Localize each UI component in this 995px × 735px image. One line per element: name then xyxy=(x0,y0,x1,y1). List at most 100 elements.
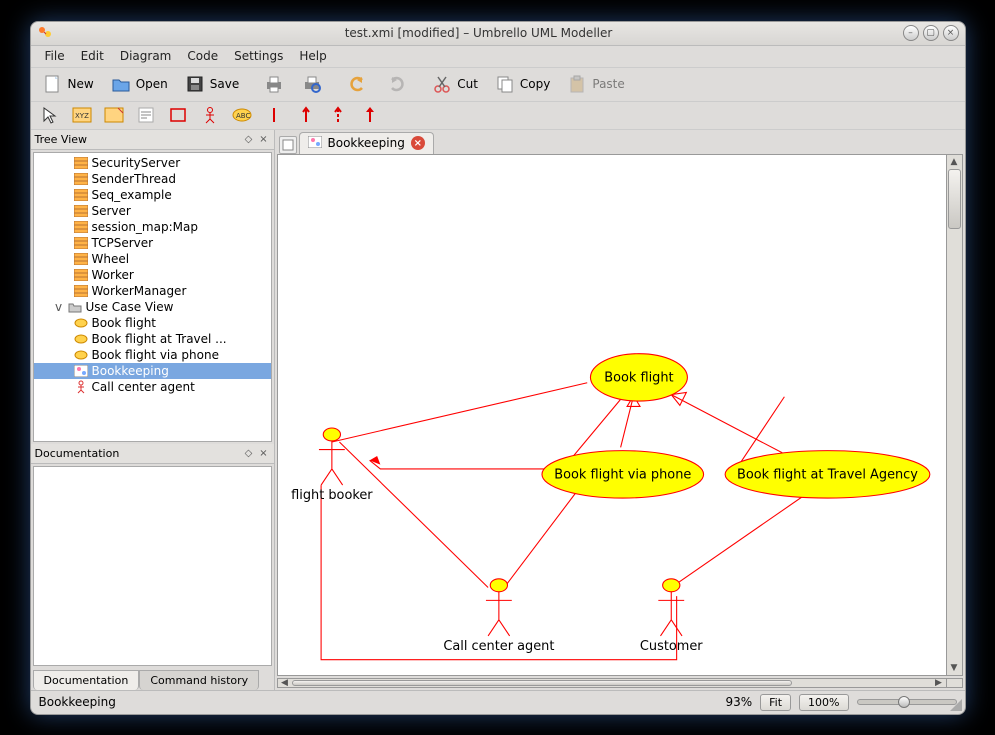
tree-item: Book flight at Travel ... xyxy=(34,331,271,347)
scroll-down-icon[interactable]: ▼ xyxy=(947,661,962,675)
usecase-icon xyxy=(74,332,88,346)
undo-icon xyxy=(347,73,369,95)
actor-tool[interactable] xyxy=(199,104,221,126)
tree-item: Book flight via phone xyxy=(34,347,271,363)
actor-flight-booker[interactable]: flight booker xyxy=(291,428,373,503)
open-button[interactable]: Open xyxy=(103,70,175,98)
minimize-button[interactable]: – xyxy=(903,25,919,41)
open-folder-icon xyxy=(110,73,132,95)
scroll-up-icon[interactable]: ▲ xyxy=(947,155,962,169)
actor-call-center-agent[interactable]: Call center agent xyxy=(443,578,554,653)
dependency-tool[interactable] xyxy=(327,104,349,126)
treeview-close-button[interactable]: × xyxy=(258,133,270,145)
tree-item: SenderThread xyxy=(34,171,271,187)
svg-text:XYZ: XYZ xyxy=(75,112,89,120)
documentation-textarea[interactable] xyxy=(33,466,272,666)
menu-code[interactable]: Code xyxy=(179,46,226,66)
menu-help[interactable]: Help xyxy=(291,46,334,66)
vertical-scrollbar[interactable]: ▲ ▼ xyxy=(947,154,963,676)
menubar: File Edit Diagram Code Settings Help xyxy=(31,46,965,68)
undo-button[interactable] xyxy=(340,70,376,98)
fit-button[interactable]: Fit xyxy=(760,694,791,711)
actor-customer[interactable]: Customer xyxy=(639,578,702,653)
treeview-float-button[interactable]: ◇ xyxy=(243,133,255,145)
diagram-tab-icon xyxy=(308,136,322,151)
text-tool[interactable] xyxy=(135,104,157,126)
hscroll-thumb[interactable] xyxy=(292,680,792,686)
usecase-tool[interactable]: ABC xyxy=(231,104,253,126)
resize-grip[interactable] xyxy=(948,697,962,711)
maximize-button[interactable]: ▢ xyxy=(923,25,939,41)
scroll-right-icon[interactable]: ▶ xyxy=(932,679,946,687)
svg-text:ABC: ABC xyxy=(236,112,250,120)
hundred-percent-button[interactable]: 100% xyxy=(799,694,848,711)
new-tab-button[interactable] xyxy=(279,136,297,154)
close-button[interactable]: × xyxy=(943,25,959,41)
paste-icon xyxy=(566,73,588,95)
save-floppy-icon xyxy=(184,73,206,95)
usecase-book-flight[interactable]: Book flight xyxy=(604,370,673,385)
tree-item: WorkerManager xyxy=(34,283,271,299)
vscroll-thumb[interactable] xyxy=(948,169,961,229)
copy-icon xyxy=(494,73,516,95)
bottom-tabs: Documentation Command history xyxy=(31,668,274,690)
documentation-close-button[interactable]: × xyxy=(258,447,270,459)
usecase-icon xyxy=(74,316,88,330)
save-label: Save xyxy=(210,77,239,91)
class-icon xyxy=(74,220,88,234)
redo-button[interactable] xyxy=(378,70,414,98)
main-area: Tree View ◇ × SecurityServer SenderThrea… xyxy=(31,130,965,690)
documentation-title: Documentation xyxy=(35,447,120,460)
open-label: Open xyxy=(136,77,168,91)
copy-button[interactable]: Copy xyxy=(487,70,557,98)
document-tab-bookkeeping[interactable]: Bookkeeping × xyxy=(299,132,434,154)
generalization-tool[interactable] xyxy=(359,104,381,126)
paste-label: Paste xyxy=(592,77,624,91)
zoom-slider[interactable] xyxy=(857,699,957,705)
note-tool[interactable]: XYZ xyxy=(71,104,93,126)
scissors-icon xyxy=(431,73,453,95)
titlebar[interactable]: test.xmi [modified] – Umbrello UML Model… xyxy=(31,22,965,46)
print-preview-button[interactable] xyxy=(294,70,330,98)
zoom-slider-knob[interactable] xyxy=(898,696,910,708)
tree-view[interactable]: SecurityServer SenderThread Seq_example … xyxy=(33,152,272,442)
close-tab-icon[interactable]: × xyxy=(411,136,425,150)
tree-item: Book flight xyxy=(34,315,271,331)
diagram-canvas[interactable]: Book flight Book flight via phone Book f… xyxy=(277,154,947,676)
canvas-wrap: Book flight Book flight via phone Book f… xyxy=(277,154,963,676)
tree-item-selected: Bookkeeping xyxy=(34,363,271,379)
usecase-travel-agency[interactable]: Book flight at Travel Agency xyxy=(737,467,918,482)
class-icon xyxy=(74,284,88,298)
tree-item: Seq_example xyxy=(34,187,271,203)
cut-button[interactable]: Cut xyxy=(424,70,485,98)
tree-item: Wheel xyxy=(34,251,271,267)
select-tool[interactable] xyxy=(39,104,61,126)
class-icon xyxy=(74,204,88,218)
svg-text:Call center agent: Call center agent xyxy=(443,638,554,653)
scroll-corner xyxy=(947,678,963,688)
print-button[interactable] xyxy=(256,70,292,98)
menu-diagram[interactable]: Diagram xyxy=(112,46,180,66)
directed-association-tool[interactable] xyxy=(295,104,317,126)
menu-edit[interactable]: Edit xyxy=(73,46,112,66)
tab-command-history[interactable]: Command history xyxy=(139,670,259,690)
save-button[interactable]: Save xyxy=(177,70,246,98)
documentation-header: Documentation ◇ × xyxy=(31,444,274,464)
new-button[interactable]: New xyxy=(35,70,101,98)
horizontal-scrollbar[interactable]: ◀ ▶ xyxy=(277,678,947,688)
paste-button[interactable]: Paste xyxy=(559,70,631,98)
association-tool[interactable] xyxy=(263,104,285,126)
diagram-icon xyxy=(74,364,88,378)
anchor-note-tool[interactable] xyxy=(103,104,125,126)
menu-settings[interactable]: Settings xyxy=(226,46,291,66)
class-icon xyxy=(74,156,88,170)
menu-file[interactable]: File xyxy=(37,46,73,66)
scroll-left-icon[interactable]: ◀ xyxy=(278,679,292,687)
box-tool[interactable] xyxy=(167,104,189,126)
documentation-float-button[interactable]: ◇ xyxy=(243,447,255,459)
usecase-via-phone[interactable]: Book flight via phone xyxy=(554,467,691,482)
tree-item-folder[interactable]: vUse Case View xyxy=(34,299,271,315)
treeview-title: Tree View xyxy=(35,133,88,146)
tab-documentation[interactable]: Documentation xyxy=(33,670,140,690)
expander-icon[interactable]: v xyxy=(54,300,64,314)
